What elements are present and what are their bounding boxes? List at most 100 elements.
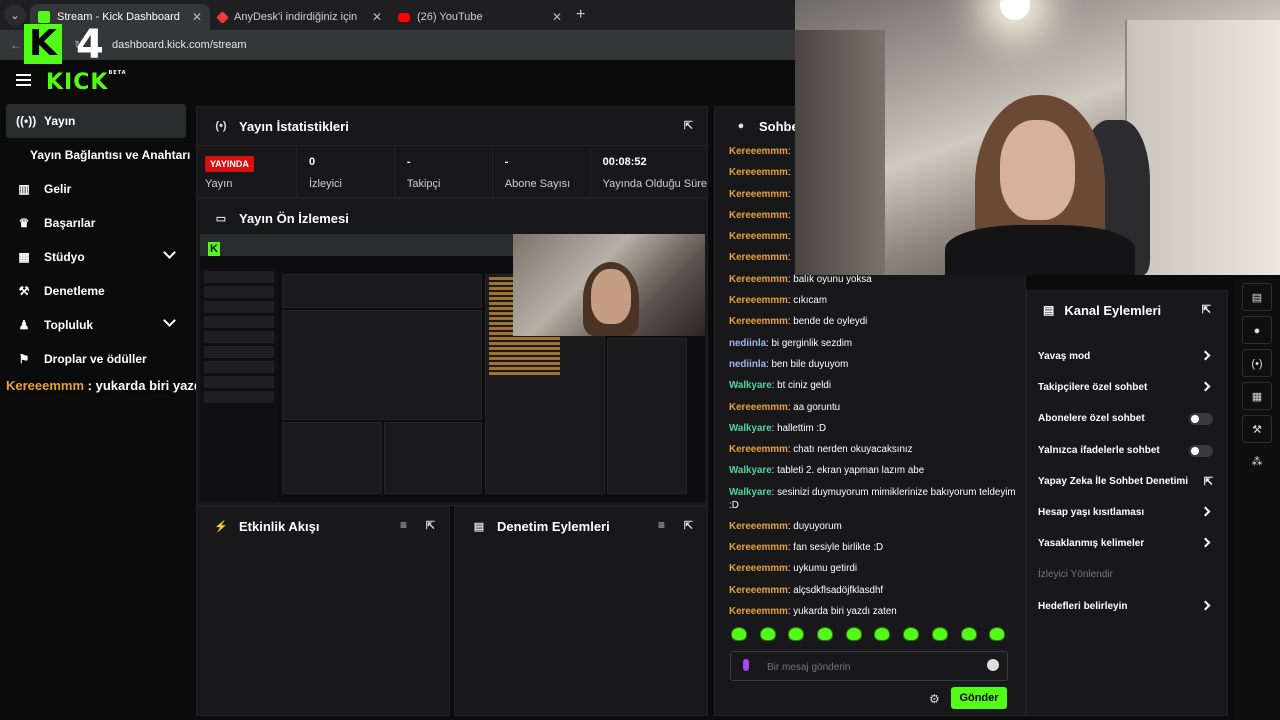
chat-username[interactable]: Walkyare bbox=[729, 487, 772, 498]
chat-username[interactable]: nediinla bbox=[729, 338, 766, 349]
layout-icon[interactable]: ▦ bbox=[1242, 382, 1272, 410]
chat-username[interactable]: Kereeemmm bbox=[729, 274, 788, 285]
chat-username[interactable]: Kereeemmm bbox=[729, 444, 788, 455]
close-tab-icon[interactable]: ✕ bbox=[372, 10, 382, 24]
sidebar-item-achievements[interactable]: ♛ Başarılar bbox=[0, 206, 192, 240]
emote-icon[interactable] bbox=[759, 627, 776, 641]
gift-icon: ⚑ bbox=[18, 352, 30, 366]
emote-icon[interactable] bbox=[903, 627, 920, 641]
channel-action-item[interactable]: Yapay Zeka İle Sohbet Denetimi ⇱ bbox=[1027, 466, 1227, 497]
sidebar-item-stream-key[interactable]: Yayın Bağlantısı ve Anahtarı bbox=[0, 138, 192, 172]
emote-icon[interactable] bbox=[989, 627, 1006, 641]
stat-viewers: 0 İzleyici bbox=[297, 146, 395, 197]
stat-label: Abone Sayısı bbox=[504, 178, 571, 190]
channel-action-item[interactable]: Yasaklanmış kelimeler bbox=[1027, 528, 1227, 559]
chat-username[interactable]: Kereeemmm bbox=[729, 231, 788, 242]
broadcast-icon: (•) bbox=[215, 120, 227, 132]
stream-preview-video[interactable]: K bbox=[200, 234, 705, 502]
chat-username[interactable]: Kereeemmm bbox=[729, 189, 788, 200]
toggle-switch[interactable] bbox=[1189, 413, 1213, 426]
tab-search-chevron-icon[interactable]: ⌄ bbox=[4, 4, 26, 26]
chat-username[interactable]: Kereeemmm bbox=[729, 402, 788, 413]
emote-icon[interactable] bbox=[845, 627, 862, 641]
expand-icon[interactable]: ⇱ bbox=[1202, 303, 1211, 316]
kick-wordmark-text: KICK bbox=[46, 70, 109, 95]
chat-bubble-icon[interactable]: ● bbox=[1242, 316, 1272, 344]
channel-action-label: Yavaş mod bbox=[1038, 351, 1091, 363]
sidebar-item-revenue[interactable]: ▥ Gelir bbox=[0, 172, 192, 206]
chat-text: bende de oyleydi bbox=[793, 316, 868, 328]
widgets-icon[interactable]: ⁂ bbox=[1242, 448, 1272, 476]
new-tab-icon[interactable]: + bbox=[576, 6, 585, 24]
chat-username[interactable]: Kereeemmm bbox=[729, 542, 788, 553]
expand-icon[interactable]: ⇱ bbox=[684, 119, 693, 132]
preview-sidebar bbox=[200, 268, 278, 502]
chat-separator: : bbox=[787, 252, 791, 264]
filter-icon[interactable]: ≡ bbox=[400, 518, 407, 532]
chat-username[interactable]: nediinla bbox=[729, 359, 766, 370]
chat-username[interactable]: Kereeemmm bbox=[729, 295, 788, 306]
preview-browser-chrome bbox=[200, 234, 515, 256]
chat-username[interactable]: Kereeemmm bbox=[729, 146, 788, 157]
emote-icon[interactable] bbox=[874, 627, 891, 641]
url-field[interactable]: dashboard.kick.com/stream bbox=[106, 34, 746, 56]
kick-favicon-icon bbox=[38, 11, 50, 23]
channel-action-item[interactable]: Yavaş mod bbox=[1027, 341, 1227, 372]
chat-username[interactable]: Walkyare bbox=[729, 465, 772, 476]
sidebar-item-community[interactable]: ♟ Topluluk bbox=[0, 308, 192, 342]
channel-action-item[interactable]: Yalnızca ifadelerle sohbet bbox=[1027, 435, 1227, 466]
toggle-switch[interactable] bbox=[1189, 444, 1213, 457]
sidebar: ((•)) Yayın Yayın Bağlantısı ve Anahtarı … bbox=[0, 104, 192, 374]
panel-title: Denetim Eylemleri bbox=[497, 518, 610, 534]
chat-text: aa goruntu bbox=[793, 401, 841, 413]
browser-tab-anydesk[interactable]: AnyDesk'i indirdiğiniz için teşek ✕ bbox=[210, 4, 390, 30]
youtube-favicon-icon bbox=[398, 12, 410, 22]
chat-username[interactable]: Kereeemmm bbox=[729, 585, 788, 596]
sidebar-item-label: Başarılar bbox=[44, 216, 96, 230]
wrench-icon[interactable]: ⚒ bbox=[1242, 415, 1272, 443]
chat-username[interactable]: Kereeemmm bbox=[729, 606, 788, 617]
sidebar-item-studio[interactable]: ▦ Stüdyo bbox=[0, 240, 192, 274]
microphone-icon[interactable] bbox=[743, 659, 749, 671]
chevron-down-icon bbox=[163, 246, 176, 259]
filter-icon[interactable]: ≡ bbox=[658, 518, 665, 532]
expand-icon[interactable]: ⇱ bbox=[426, 519, 435, 532]
channel-action-item[interactable]: Hesap yaşı kısıtlaması bbox=[1027, 497, 1227, 528]
sidebar-item-moderation[interactable]: ⚒ Denetleme bbox=[0, 274, 192, 308]
channel-action-item[interactable]: Abonelere özel sohbet bbox=[1027, 403, 1227, 434]
send-button[interactable]: Gönder bbox=[951, 687, 1007, 709]
beta-label: BETA bbox=[108, 70, 127, 76]
sidebar-item-drops[interactable]: ⚑ Droplar ve ödüller bbox=[0, 342, 192, 376]
channel-action-item[interactable]: Takipçilere özel sohbet bbox=[1027, 372, 1227, 403]
expand-icon[interactable]: ⇱ bbox=[684, 519, 693, 532]
kick-wordmark[interactable]: KICKBETA bbox=[46, 70, 127, 95]
emote-icon[interactable] bbox=[931, 627, 948, 641]
chat-username[interactable]: Walkyare bbox=[729, 423, 772, 434]
close-tab-icon[interactable]: ✕ bbox=[552, 10, 562, 24]
chat-username[interactable]: Kereeemmm bbox=[729, 521, 788, 532]
chat-username[interactable]: Walkyare bbox=[729, 380, 772, 391]
menu-icon[interactable] bbox=[16, 74, 31, 87]
chat-input[interactable] bbox=[767, 658, 967, 676]
emoji-icon[interactable] bbox=[987, 659, 999, 671]
chat-separator: : bbox=[787, 188, 791, 200]
emote-icon[interactable] bbox=[817, 627, 834, 641]
browser-tab-youtube[interactable]: (26) YouTube ✕ bbox=[390, 4, 570, 30]
document-icon[interactable]: ▤ bbox=[1242, 283, 1272, 311]
chat-username[interactable]: Kereeemmm bbox=[729, 316, 788, 327]
channel-action-item[interactable]: Hedefleri belirleyin bbox=[1027, 591, 1227, 622]
chat-message: Kereeemmm: aa goruntu bbox=[729, 397, 1019, 418]
chat-username[interactable]: Kereeemmm bbox=[729, 167, 788, 178]
close-tab-icon[interactable]: ✕ bbox=[192, 10, 202, 24]
emote-icon[interactable] bbox=[788, 627, 805, 641]
stream-stats-panel: (•) Yayın İstatistikleri ⇱ YAYINDA Yayın 0 İ… bbox=[196, 106, 708, 198]
chat-message: Kereeemmm: chatı nerden okuyacaksınız bbox=[729, 439, 1019, 460]
broadcast-icon[interactable]: (•) bbox=[1242, 349, 1272, 377]
chat-username[interactable]: Kereeemmm bbox=[729, 563, 788, 574]
emote-icon[interactable] bbox=[960, 627, 977, 641]
emote-icon[interactable] bbox=[731, 627, 747, 641]
chat-username[interactable]: Kereeemmm bbox=[729, 210, 788, 221]
gear-icon[interactable]: ⚙ bbox=[929, 692, 940, 706]
sidebar-item-stream[interactable]: ((•)) Yayın bbox=[6, 104, 186, 138]
chat-username[interactable]: Kereeemmm bbox=[729, 252, 788, 263]
